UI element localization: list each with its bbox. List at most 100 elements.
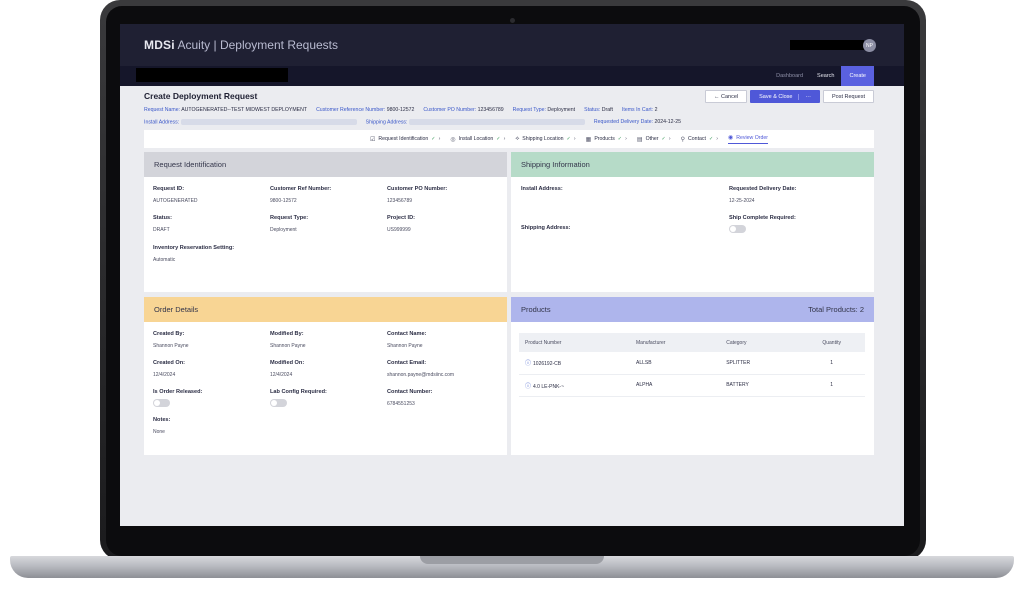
meta-cust-ref-label: Customer Reference Number: [316, 107, 386, 113]
field-created-on: Created On: 12/4/2024 [153, 360, 185, 378]
meta-cart-label: Items In Cart: [621, 107, 654, 113]
field-value: 9800-12572 [270, 198, 297, 204]
chevron-right-icon: › [573, 136, 576, 142]
field-value: None [153, 429, 165, 435]
field-contact-email: Contact Email: shannon.payne@mdsiinc.com [387, 360, 454, 378]
field-delivery-date: Requested Delivery Date: 12-25-2024 [729, 186, 796, 204]
chevron-right-icon: › [668, 136, 671, 142]
field-modified-by: Modified By: Shannon Payne [270, 331, 306, 349]
field-label: Contact Number: [387, 389, 433, 395]
step-label: Other [645, 136, 659, 142]
field-value: Automatic [153, 257, 176, 263]
col-product-number: Product Number [519, 333, 630, 352]
location-pin-icon: ◎ [450, 136, 456, 143]
address-summary-row: Install Address: Shipping Address: Reque… [144, 119, 681, 125]
avatar[interactable]: NP [863, 39, 876, 52]
more-options-icon[interactable]: ··· [798, 93, 811, 100]
request-identification-panel: Request Identification Request ID: AUTOGE… [144, 152, 507, 292]
step-request-identification[interactable]: ☑ Request Identification ✓ › [370, 136, 440, 143]
app-header: MDSi Acuity | Deployment Requests NP [120, 24, 904, 66]
meta-cust-po-label: Customer PO Number: [423, 107, 477, 113]
field-value: 123456789 [387, 198, 413, 204]
meta-type-label: Request Type: [512, 107, 546, 113]
redacted-install-address [180, 119, 357, 125]
field-value: Shannon Payne [153, 343, 189, 349]
field-request-type: Request Type: Deployment [270, 215, 308, 233]
field-label: Contact Email: [387, 360, 427, 366]
product-number: 4.0 LE-PNK-~ [533, 383, 565, 390]
field-status: Status: DRAFT [153, 215, 172, 233]
field-label: Project ID: [387, 215, 415, 221]
step-contact[interactable]: ⚲ Contact ✓ › [681, 136, 718, 143]
cell-category: SPLITTER [720, 352, 799, 375]
nav-search[interactable]: Search [810, 66, 841, 86]
step-label: Review Order [736, 134, 768, 141]
step-review-order[interactable]: ◉ Review Order [728, 134, 768, 144]
redacted-user-name [790, 40, 864, 50]
panel-title-text: Request Identification [154, 160, 227, 169]
cell-quantity: 1 [798, 352, 865, 375]
field-value: 6784551253 [387, 401, 415, 407]
step-label: Shipping Location [522, 136, 564, 142]
app-brand[interactable]: MDSi Acuity | Deployment Requests [144, 38, 338, 52]
field-value: Shannon Payne [270, 343, 306, 349]
field-label: Is Order Released: [153, 389, 203, 395]
lab-config-toggle[interactable] [270, 399, 287, 407]
brand-logo: MDSi [144, 38, 175, 52]
panel-title: Order Details [144, 297, 507, 322]
field-label: Inventory Reservation Setting: [153, 245, 235, 251]
check-icon: ✓ [566, 136, 571, 142]
order-details-panel: Order Details Created By: Shannon Payne M… [144, 297, 507, 455]
chevron-right-icon: › [625, 136, 627, 142]
nav-create[interactable]: Create [841, 66, 874, 86]
panel-title-text: Order Details [154, 305, 199, 314]
order-released-toggle[interactable] [153, 399, 170, 407]
field-value: Deployment [270, 227, 297, 233]
field-cust-po: Customer PO Number: 123456789 [387, 186, 447, 204]
field-label: Shipping Address: [521, 225, 571, 231]
step-install-location[interactable]: ◎ Install Location ✓ › [450, 136, 505, 143]
field-modified-on: Modified On: 12/4/2024 [270, 360, 304, 378]
field-label: Created On: [153, 360, 186, 366]
field-label: Modified By: [270, 331, 304, 337]
cell-manufacturer: ALPHA [630, 374, 721, 397]
table-row[interactable]: ⓘ 1026192-CB ALLSB SPLITTER 1 [519, 352, 865, 375]
save-close-button[interactable]: Save & Close ··· [750, 90, 820, 103]
field-label: Created By: [153, 331, 185, 337]
cell-quantity: 1 [798, 374, 865, 397]
nav-dashboard[interactable]: Dashboard [769, 66, 810, 86]
table-header-row: Product Number Manufacturer Category Qua… [519, 333, 865, 352]
meta-status: Draft [601, 107, 613, 113]
field-label: Request ID: [153, 186, 185, 192]
field-label: Install Address: [521, 186, 563, 192]
field-ship-complete: Ship Complete Required: [729, 215, 796, 233]
eye-icon: ◉ [728, 135, 734, 141]
step-other[interactable]: ▤ Other ✓ › [637, 136, 671, 143]
field-label: Lab Config Required: [270, 389, 327, 395]
info-icon[interactable]: ⓘ [525, 361, 531, 367]
field-lab-config: Lab Config Required: [270, 389, 327, 407]
info-icon[interactable]: ⓘ [525, 384, 531, 390]
col-quantity: Quantity [798, 333, 865, 352]
total-products: Total Products: 2 [808, 305, 864, 314]
step-shipping-location[interactable]: ⟡ Shipping Location ✓ › [515, 136, 575, 143]
step-products[interactable]: ▦ Products ✓ › [586, 136, 627, 143]
chevron-right-icon: › [716, 136, 719, 142]
check-icon: ✓ [431, 136, 436, 142]
meta-request-name-label: Request Name: [144, 107, 181, 113]
field-created-by: Created By: Shannon Payne [153, 331, 189, 349]
cancel-button[interactable]: ← Cancel [704, 90, 748, 103]
post-request-button[interactable]: Post Request [822, 90, 874, 103]
check-icon: ✓ [496, 136, 501, 142]
step-label: Contact [688, 136, 706, 142]
step-label: Install Location [458, 136, 494, 142]
cell-product: ⓘ 4.0 LE-PNK-~ [519, 374, 630, 397]
field-label: Ship Complete Required: [729, 215, 796, 221]
field-contact-number: Contact Number: 6784551253 [387, 389, 432, 407]
product-number: 1026192-CB [533, 361, 562, 368]
table-row[interactable]: ⓘ 4.0 LE-PNK-~ ALPHA BATTERY 1 [519, 374, 865, 397]
field-value: DRAFT [153, 227, 170, 233]
step-label: Products [594, 136, 615, 142]
meta-delivery-label: Requested Delivery Date: [593, 119, 654, 125]
ship-complete-toggle[interactable] [729, 225, 746, 233]
